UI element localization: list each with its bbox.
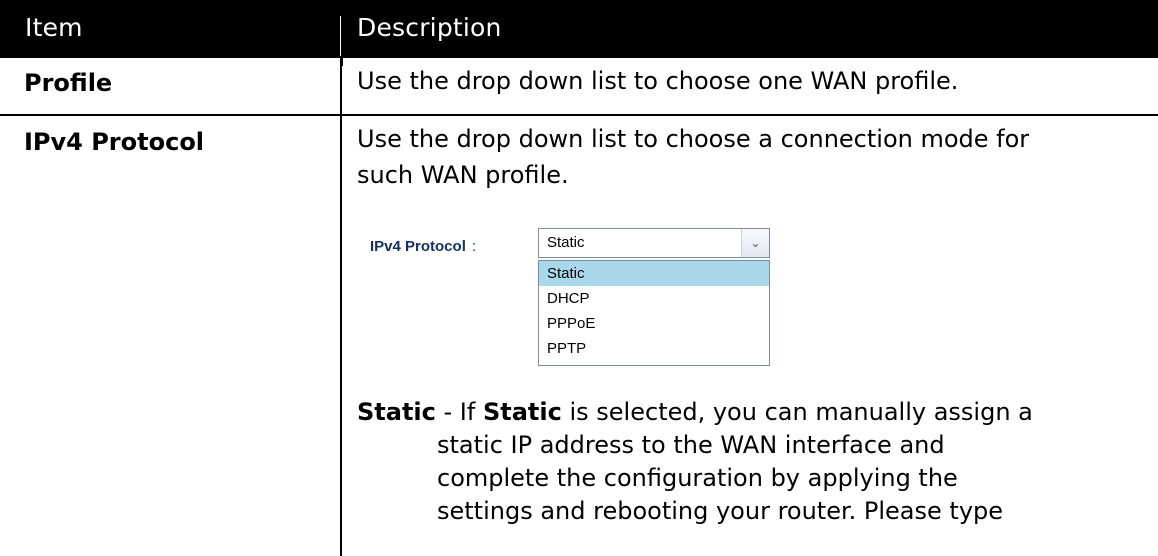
row-divider: [0, 56, 1158, 58]
static-description: Static - If Static is selected, you can …: [357, 396, 1147, 528]
option-dhcp[interactable]: DHCP: [539, 286, 769, 311]
desc-ipv4-line1: Use the drop down list to choose a conne…: [357, 125, 1030, 153]
static-term2: Static: [482, 398, 562, 426]
ipv4-protocol-select[interactable]: Static ⌄: [538, 228, 770, 258]
ipv4-protocol-label: IPv4 Protocol: [370, 238, 466, 255]
description-table: Item Description Profile Use the drop do…: [0, 0, 1158, 556]
option-static[interactable]: Static: [539, 261, 769, 286]
static-term: Static: [357, 398, 436, 426]
ipv4-protocol-colon: :: [472, 238, 477, 255]
desc-ipv4-line2: such WAN profile.: [357, 161, 569, 189]
item-ipv4-protocol: IPv4 Protocol: [24, 128, 205, 156]
option-pptp[interactable]: PPTP: [539, 336, 769, 361]
table-header: Item Description: [0, 0, 1158, 56]
column-divider: [340, 56, 342, 556]
static-line4: settings and rebooting your router. Plea…: [437, 497, 1004, 525]
static-line1-rest: is selected, you can manually assign a: [561, 398, 1033, 426]
static-dash: - If: [435, 398, 483, 426]
static-line2: static IP address to the WAN interface a…: [437, 431, 945, 459]
desc-profile: Use the drop down list to choose one WAN…: [357, 67, 959, 95]
select-value: Static: [547, 234, 585, 251]
static-line3: complete the configuration by applying t…: [437, 464, 958, 492]
ipv4-protocol-options: Static DHCP PPPoE PPTP: [538, 260, 770, 366]
header-description: Description: [357, 13, 502, 42]
ipv4-protocol-screenshot: IPv4 Protocol : Static ⌄ Static DHCP PPP…: [370, 228, 770, 388]
row-divider: [0, 114, 1158, 116]
option-pppoe[interactable]: PPPoE: [539, 311, 769, 336]
item-profile: Profile: [24, 69, 113, 97]
static-line1: Static - If Static is selected, you can …: [357, 396, 1147, 429]
header-item: Item: [25, 13, 83, 42]
chevron-down-icon[interactable]: ⌄: [741, 229, 769, 257]
